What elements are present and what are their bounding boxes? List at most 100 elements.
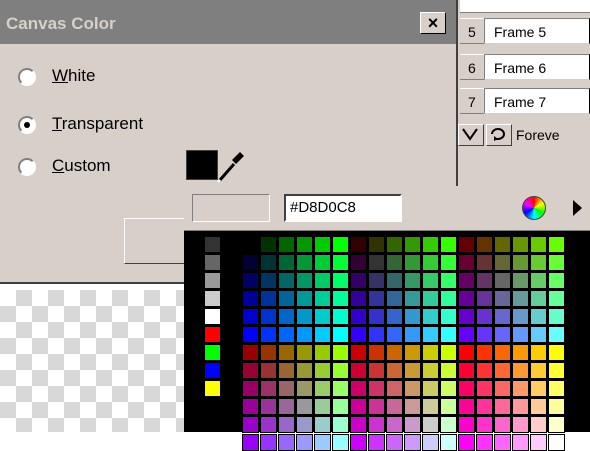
color-swatch[interactable] [242, 272, 259, 289]
color-swatch[interactable] [476, 380, 493, 397]
color-swatch[interactable] [512, 290, 529, 307]
color-swatch[interactable] [314, 434, 331, 451]
color-swatch[interactable] [296, 344, 313, 361]
color-swatch[interactable] [332, 398, 349, 415]
color-swatch[interactable] [512, 434, 529, 451]
color-swatch[interactable] [404, 416, 421, 433]
color-swatch[interactable] [548, 434, 565, 451]
color-swatch[interactable] [350, 344, 367, 361]
color-swatch[interactable] [314, 362, 331, 379]
color-swatch[interactable] [242, 344, 259, 361]
color-swatch[interactable] [204, 362, 221, 379]
color-swatch[interactable] [476, 344, 493, 361]
color-swatch[interactable] [278, 326, 295, 343]
color-swatch[interactable] [530, 416, 547, 433]
color-swatch[interactable] [548, 236, 565, 253]
color-swatch[interactable] [548, 380, 565, 397]
color-swatch[interactable] [530, 308, 547, 325]
color-swatch[interactable] [440, 380, 457, 397]
color-swatch[interactable] [458, 254, 475, 271]
color-swatch[interactable] [242, 434, 259, 451]
color-swatch[interactable] [368, 308, 385, 325]
color-swatch[interactable] [260, 272, 277, 289]
color-swatch[interactable] [368, 434, 385, 451]
color-swatch[interactable] [278, 272, 295, 289]
color-swatch[interactable] [458, 398, 475, 415]
color-swatch[interactable] [548, 344, 565, 361]
color-swatch[interactable] [350, 236, 367, 253]
color-swatch[interactable] [512, 272, 529, 289]
color-swatch[interactable] [260, 416, 277, 433]
color-swatch[interactable] [242, 290, 259, 307]
color-swatch[interactable] [458, 272, 475, 289]
color-swatch[interactable] [512, 398, 529, 415]
color-swatch[interactable] [476, 254, 493, 271]
color-swatch[interactable] [530, 326, 547, 343]
color-swatch[interactable] [476, 308, 493, 325]
color-swatch[interactable] [422, 344, 439, 361]
color-swatch[interactable] [386, 272, 403, 289]
color-swatch[interactable] [278, 308, 295, 325]
color-swatch[interactable] [458, 380, 475, 397]
ok-button[interactable] [124, 218, 188, 264]
color-swatch[interactable] [530, 434, 547, 451]
frame-row[interactable]: 5 Frame 5 [460, 18, 590, 45]
color-swatch[interactable] [422, 290, 439, 307]
color-swatch[interactable] [404, 344, 421, 361]
color-swatch[interactable] [296, 308, 313, 325]
color-swatch[interactable] [476, 434, 493, 451]
color-swatch[interactable] [278, 380, 295, 397]
color-swatch[interactable] [422, 254, 439, 271]
color-swatch[interactable] [368, 380, 385, 397]
color-swatch[interactable] [314, 254, 331, 271]
color-swatch[interactable] [260, 326, 277, 343]
color-swatch[interactable] [386, 380, 403, 397]
color-swatch[interactable] [512, 308, 529, 325]
color-swatch[interactable] [278, 416, 295, 433]
color-swatch[interactable] [314, 398, 331, 415]
color-swatch[interactable] [260, 398, 277, 415]
custom-color-swatch[interactable] [186, 150, 218, 180]
loop-mode-label[interactable]: Foreve [516, 127, 560, 143]
color-swatch[interactable] [494, 380, 511, 397]
eyedropper-icon[interactable] [216, 150, 246, 184]
color-swatch[interactable] [296, 380, 313, 397]
color-swatch[interactable] [476, 362, 493, 379]
dialog-titlebar[interactable]: Canvas Color × [0, 0, 456, 44]
color-swatch[interactable] [386, 236, 403, 253]
color-swatch[interactable] [404, 308, 421, 325]
color-swatch[interactable] [548, 254, 565, 271]
color-swatch[interactable] [332, 272, 349, 289]
color-swatch[interactable] [368, 326, 385, 343]
color-swatch[interactable] [204, 326, 221, 343]
color-swatch[interactable] [350, 434, 367, 451]
color-swatch[interactable] [404, 290, 421, 307]
color-swatch[interactable] [296, 254, 313, 271]
color-swatch[interactable] [368, 416, 385, 433]
color-swatch[interactable] [278, 254, 295, 271]
color-swatch[interactable] [530, 380, 547, 397]
color-swatch[interactable] [386, 254, 403, 271]
color-swatch[interactable] [458, 434, 475, 451]
color-swatch[interactable] [440, 308, 457, 325]
color-swatch[interactable] [278, 344, 295, 361]
color-swatch[interactable] [476, 326, 493, 343]
color-swatch[interactable] [512, 344, 529, 361]
color-swatch[interactable] [548, 272, 565, 289]
color-swatch[interactable] [404, 362, 421, 379]
color-swatch[interactable] [242, 254, 259, 271]
color-swatch[interactable] [314, 326, 331, 343]
color-swatch[interactable] [494, 344, 511, 361]
color-swatch[interactable] [494, 416, 511, 433]
color-swatch[interactable] [404, 254, 421, 271]
color-swatch[interactable] [204, 272, 221, 289]
color-swatch[interactable] [368, 362, 385, 379]
color-swatch[interactable] [332, 416, 349, 433]
color-swatch[interactable] [530, 344, 547, 361]
color-swatch[interactable] [404, 434, 421, 451]
color-swatch[interactable] [476, 416, 493, 433]
color-swatch[interactable] [296, 398, 313, 415]
color-swatch[interactable] [204, 254, 221, 271]
color-swatch[interactable] [494, 398, 511, 415]
color-swatch[interactable] [440, 434, 457, 451]
